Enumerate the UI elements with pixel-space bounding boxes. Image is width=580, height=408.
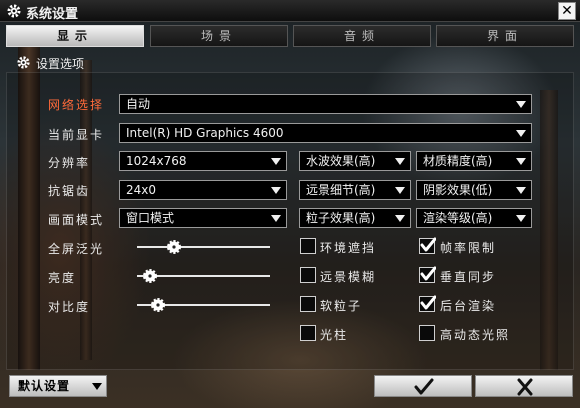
chevron-down-icon [516,130,526,137]
antialias-label: 抗锯齿 [48,184,91,198]
chevron-down-icon [395,215,405,222]
chevron-down-icon [516,187,526,194]
chevron-down-icon [516,101,526,108]
brightness-label: 亮度 [48,271,77,285]
particles-value: 粒子效果(高) [306,211,376,225]
checkbox-ambient-occlusion[interactable] [300,238,316,254]
cancel-button[interactable] [475,375,573,397]
brightness-slider[interactable] [137,269,270,283]
display-mode-value: 窗口模式 [126,211,175,225]
check-icon [420,237,436,252]
gpu-value: Intel(R) HD Graphics 4600 [126,126,284,140]
material-value: 材质精度(高) [423,154,493,168]
default-settings-button[interactable]: 默认设置 [9,375,107,397]
water-value: 水波效果(高) [306,154,376,168]
distance-detail-value: 远景细节(高) [306,183,376,197]
contrast-label: 对比度 [48,300,91,314]
chevron-down-icon [271,215,281,222]
section-title: 设置选项 [36,57,85,71]
cross-icon [517,378,533,396]
resolution-label: 分辨率 [48,156,91,170]
water-select[interactable]: 水波效果(高) [299,151,411,171]
title-bar: 系统设置 ✕ [0,0,580,22]
antialias-select[interactable]: 24x0 [119,180,287,200]
check-icon [420,295,436,310]
tab-scene[interactable]: 场景 [150,25,288,47]
tab-interface[interactable]: 界面 [436,25,574,47]
render-level-value: 渲染等级(高) [423,211,493,225]
slider-handle-icon[interactable] [150,297,166,313]
window-title: 系统设置 [26,7,79,22]
chevron-down-icon [516,158,526,165]
distance-detail-select[interactable]: 远景细节(高) [299,180,411,200]
slider-track [137,246,270,248]
chevron-down-icon [395,158,405,165]
gpu-select[interactable]: Intel(R) HD Graphics 4600 [119,123,532,143]
hdr-label: 高动态光照 [440,328,511,342]
chevron-down-icon [395,187,405,194]
network-label: 网络选择 [48,98,105,112]
resolution-value: 1024x768 [126,154,187,168]
chevron-down-icon [92,383,102,390]
distance-blur-label: 远景模糊 [320,270,377,284]
slider-handle-icon[interactable] [166,239,182,255]
antialias-value: 24x0 [126,183,157,197]
confirm-button[interactable] [374,375,472,397]
check-icon [420,266,436,281]
background-render-label: 后台渲染 [440,299,497,313]
vsync-label: 垂直同步 [440,270,497,284]
section-header: 设置选项 [6,54,574,72]
soft-particles-label: 软粒子 [320,299,363,313]
checkbox-background-render[interactable] [419,295,436,312]
material-select[interactable]: 材质精度(高) [416,151,532,171]
network-select[interactable]: 自动 [119,94,532,114]
default-settings-label: 默认设置 [18,379,71,393]
check-icon [414,378,434,395]
shadow-value: 阴影效果(低) [423,183,493,197]
frame-limit-label: 帧率限制 [440,241,497,255]
shadow-select[interactable]: 阴影效果(低) [416,180,532,200]
resolution-select[interactable]: 1024x768 [119,151,287,171]
tab-display[interactable]: 显示 [6,25,144,47]
chevron-down-icon [271,158,281,165]
bloom-label: 全屏泛光 [48,242,105,256]
chevron-down-icon [271,187,281,194]
gear-icon [17,56,30,69]
checkbox-distance-blur[interactable] [300,267,316,283]
network-value: 自动 [126,97,151,111]
chevron-down-icon [516,215,526,222]
checkbox-frame-limit[interactable] [419,237,436,254]
tab-audio[interactable]: 音频 [293,25,431,47]
checkbox-vsync[interactable] [419,266,436,283]
bloom-slider[interactable] [137,240,270,254]
particles-select[interactable]: 粒子效果(高) [299,208,411,228]
checkbox-light-shafts[interactable] [300,325,316,341]
ambient-occlusion-label: 环境遮挡 [320,241,377,255]
gpu-label: 当前显卡 [48,128,105,142]
checkbox-hdr[interactable] [419,325,435,341]
contrast-slider[interactable] [137,298,270,312]
slider-handle-icon[interactable] [142,268,158,284]
light-shafts-label: 光柱 [320,328,349,342]
display-mode-label: 画面模式 [48,213,105,227]
gear-icon [7,4,21,18]
checkbox-soft-particles[interactable] [300,296,316,312]
display-mode-select[interactable]: 窗口模式 [119,208,287,228]
close-button[interactable]: ✕ [558,2,576,20]
render-level-select[interactable]: 渲染等级(高) [416,208,532,228]
